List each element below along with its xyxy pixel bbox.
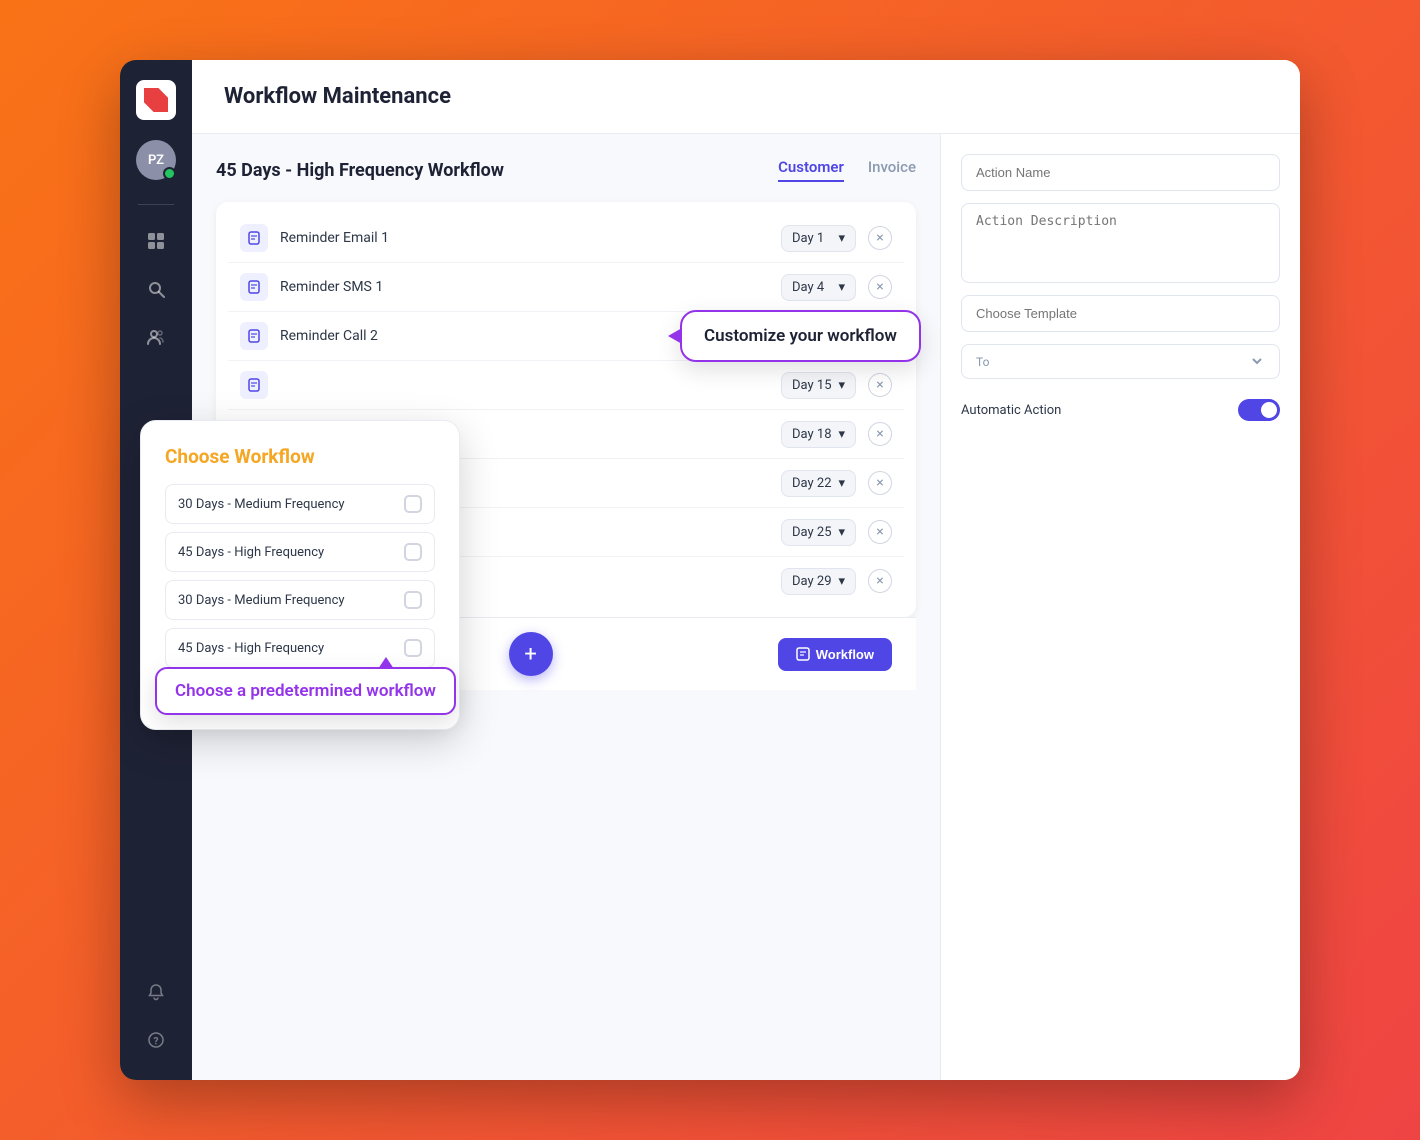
workflow-option-1-label: 30 Days - Medium Frequency xyxy=(178,497,345,512)
remove-btn-2[interactable]: × xyxy=(868,275,892,299)
workflow-current-title: 45 Days - High Frequency Workflow xyxy=(216,160,504,181)
workflow-option-2-label: 45 Days - High Frequency xyxy=(178,545,324,560)
workflow-tabs: Customer Invoice xyxy=(778,158,916,182)
day-select-6[interactable]: Day 22 ▾ xyxy=(781,470,856,497)
step-doc-icon xyxy=(240,224,268,252)
sidebar-icon-grid[interactable] xyxy=(136,221,176,261)
day-select-1[interactable]: Day 1 ▾ xyxy=(781,225,856,252)
choose-template-input[interactable] xyxy=(961,295,1280,332)
recipient-type-select[interactable] xyxy=(997,353,1265,370)
step-name-2: Reminder SMS 1 xyxy=(280,279,769,295)
table-row: Reminder Email 1 Day 1 ▾ × xyxy=(228,214,904,263)
remove-btn-4[interactable]: × xyxy=(868,373,892,397)
step-doc-icon xyxy=(240,322,268,350)
workflow-option-1[interactable]: 30 Days - Medium Frequency xyxy=(165,484,435,524)
predetermined-tooltip: Choose a predetermined workflow xyxy=(155,667,456,715)
workflow-option-1-checkbox[interactable] xyxy=(404,495,422,513)
popup-title: Choose Workflow xyxy=(165,445,435,468)
sidebar-icon-help[interactable]: ? xyxy=(136,1020,176,1060)
remove-btn-8[interactable]: × xyxy=(868,569,892,593)
automatic-action-toggle[interactable] xyxy=(1238,399,1280,421)
day-select-2[interactable]: Day 4 ▾ xyxy=(781,274,856,301)
avatar: PZ xyxy=(136,140,176,180)
workflow-button[interactable]: Workflow xyxy=(778,638,892,671)
sidebar-logo xyxy=(136,80,176,120)
automatic-action-row: Automatic Action xyxy=(961,399,1280,421)
day-select-4[interactable]: Day 15 ▾ xyxy=(781,372,856,399)
workflow-header-row: 45 Days - High Frequency Workflow Custom… xyxy=(216,158,916,182)
step-doc-icon xyxy=(240,273,268,301)
logo-icon xyxy=(144,88,168,112)
action-name-input[interactable] xyxy=(961,154,1280,191)
sidebar-icon-search[interactable] xyxy=(136,269,176,309)
workflow-option-3-label: 30 Days - Medium Frequency xyxy=(178,593,345,608)
add-step-button[interactable]: + xyxy=(509,632,553,676)
table-row: Reminder SMS 1 Day 4 ▾ × xyxy=(228,263,904,312)
step-name-1: Reminder Email 1 xyxy=(280,230,769,246)
customize-workflow-tooltip: Customize your workflow xyxy=(680,310,921,362)
action-description-textarea[interactable] xyxy=(961,203,1280,283)
sidebar-icon-users[interactable] xyxy=(136,317,176,357)
remove-btn-1[interactable]: × xyxy=(868,226,892,250)
table-row: Day 15 ▾ × xyxy=(228,361,904,410)
step-doc-icon xyxy=(240,371,268,399)
choose-workflow-popup: Choose Workflow 30 Days - Medium Frequen… xyxy=(140,420,460,730)
tab-customer[interactable]: Customer xyxy=(778,158,844,182)
remove-btn-5[interactable]: × xyxy=(868,422,892,446)
workflow-option-4[interactable]: 45 Days - High Frequency xyxy=(165,628,435,668)
sidebar-divider xyxy=(138,204,174,205)
remove-btn-7[interactable]: × xyxy=(868,520,892,544)
automatic-action-label: Automatic Action xyxy=(961,403,1061,418)
workflow-option-3-checkbox[interactable] xyxy=(404,591,422,609)
workflow-option-4-label: 45 Days - High Frequency xyxy=(178,641,324,656)
to-label: To xyxy=(976,355,989,369)
tab-invoice[interactable]: Invoice xyxy=(868,158,916,182)
svg-text:?: ? xyxy=(154,1037,159,1048)
sidebar-icon-bell[interactable] xyxy=(136,972,176,1012)
remove-btn-6[interactable]: × xyxy=(868,471,892,495)
day-select-5[interactable]: Day 18 ▾ xyxy=(781,421,856,448)
recipient-field-row: To xyxy=(961,344,1280,379)
page-title: Workflow Maintenance xyxy=(224,84,1268,109)
workflow-option-3[interactable]: 30 Days - Medium Frequency xyxy=(165,580,435,620)
action-panel: To Automatic Action xyxy=(940,134,1300,1080)
page-header: Workflow Maintenance xyxy=(192,60,1300,134)
day-select-7[interactable]: Day 25 ▾ xyxy=(781,519,856,546)
workflow-option-2-checkbox[interactable] xyxy=(404,543,422,561)
workflow-option-2[interactable]: 45 Days - High Frequency xyxy=(165,532,435,572)
avatar-online-badge xyxy=(163,167,176,180)
day-select-8[interactable]: Day 29 ▾ xyxy=(781,568,856,595)
workflow-option-4-checkbox[interactable] xyxy=(404,639,422,657)
